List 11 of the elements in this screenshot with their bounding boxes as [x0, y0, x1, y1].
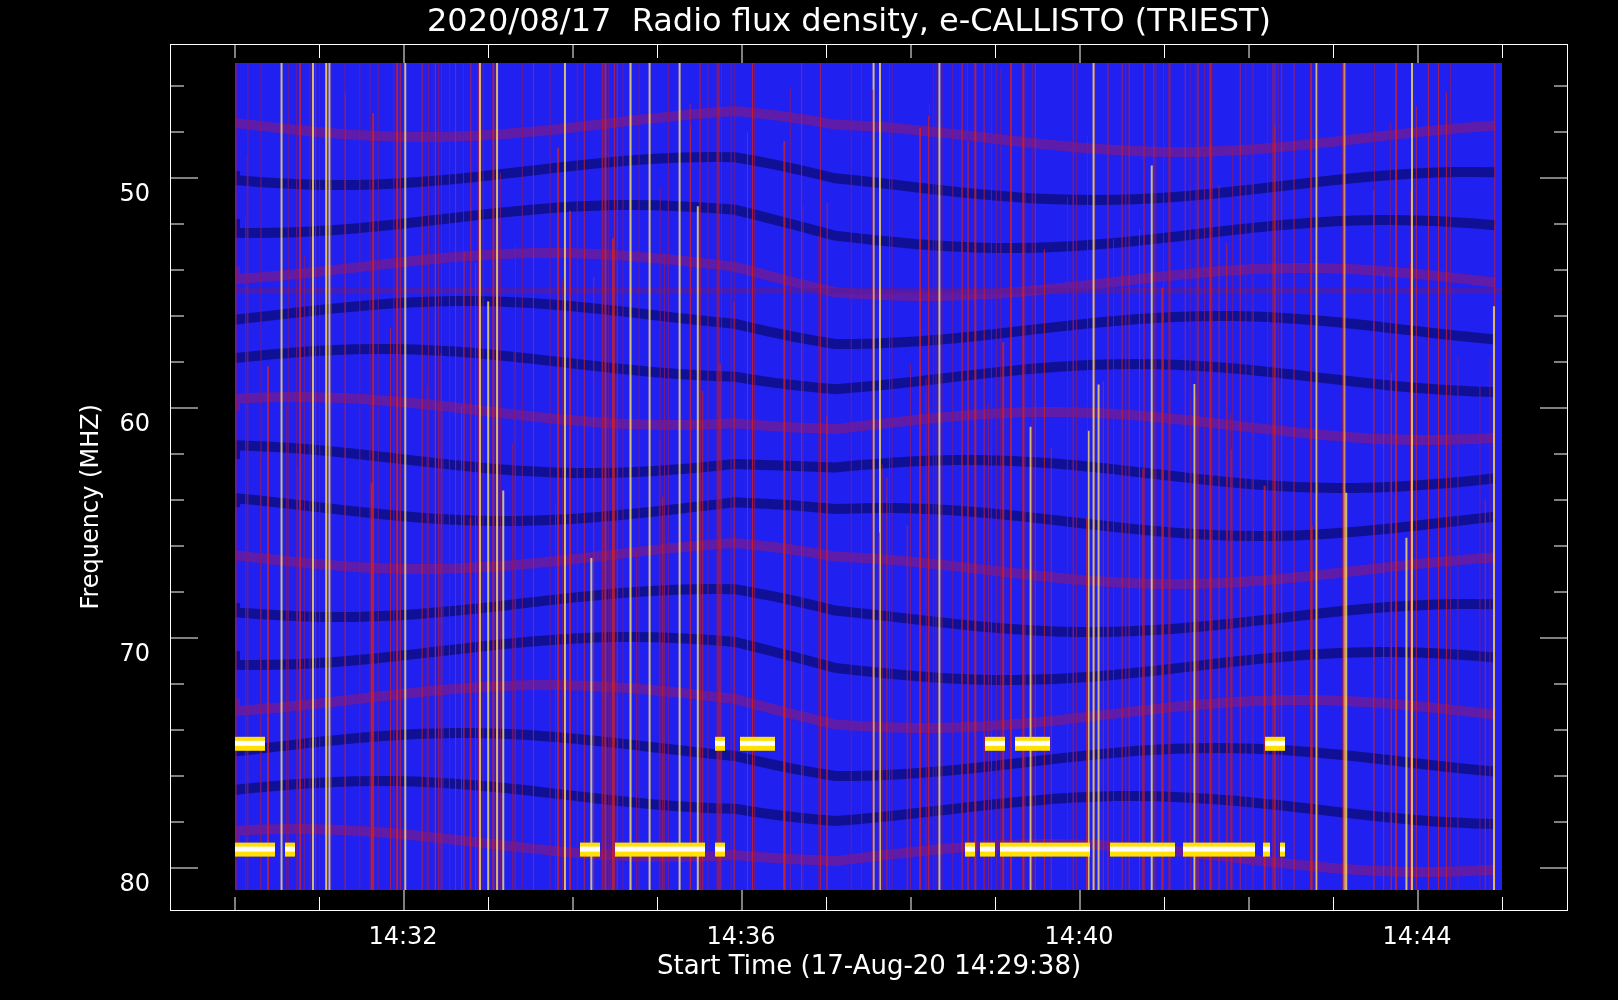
x-tick-label: 14:44	[1381, 922, 1453, 950]
y-tick-label: 80	[118, 869, 150, 897]
y-tick-label: 60	[118, 409, 150, 437]
x-axis-label: Start Time (17-Aug-20 14:29:38)	[655, 950, 1083, 980]
chart-title: 2020/08/17 Radio flux density, e-CALLISTO (TRIEST)	[425, 0, 1273, 40]
x-tick-label: 14:40	[1043, 922, 1115, 950]
x-tick-label: 14:32	[367, 922, 439, 950]
y-tick-label: 50	[118, 179, 150, 207]
x-tick-label: 14:36	[705, 922, 777, 950]
y-axis-label: Frequency (MHZ)	[76, 404, 104, 610]
y-tick-label: 70	[118, 639, 150, 667]
